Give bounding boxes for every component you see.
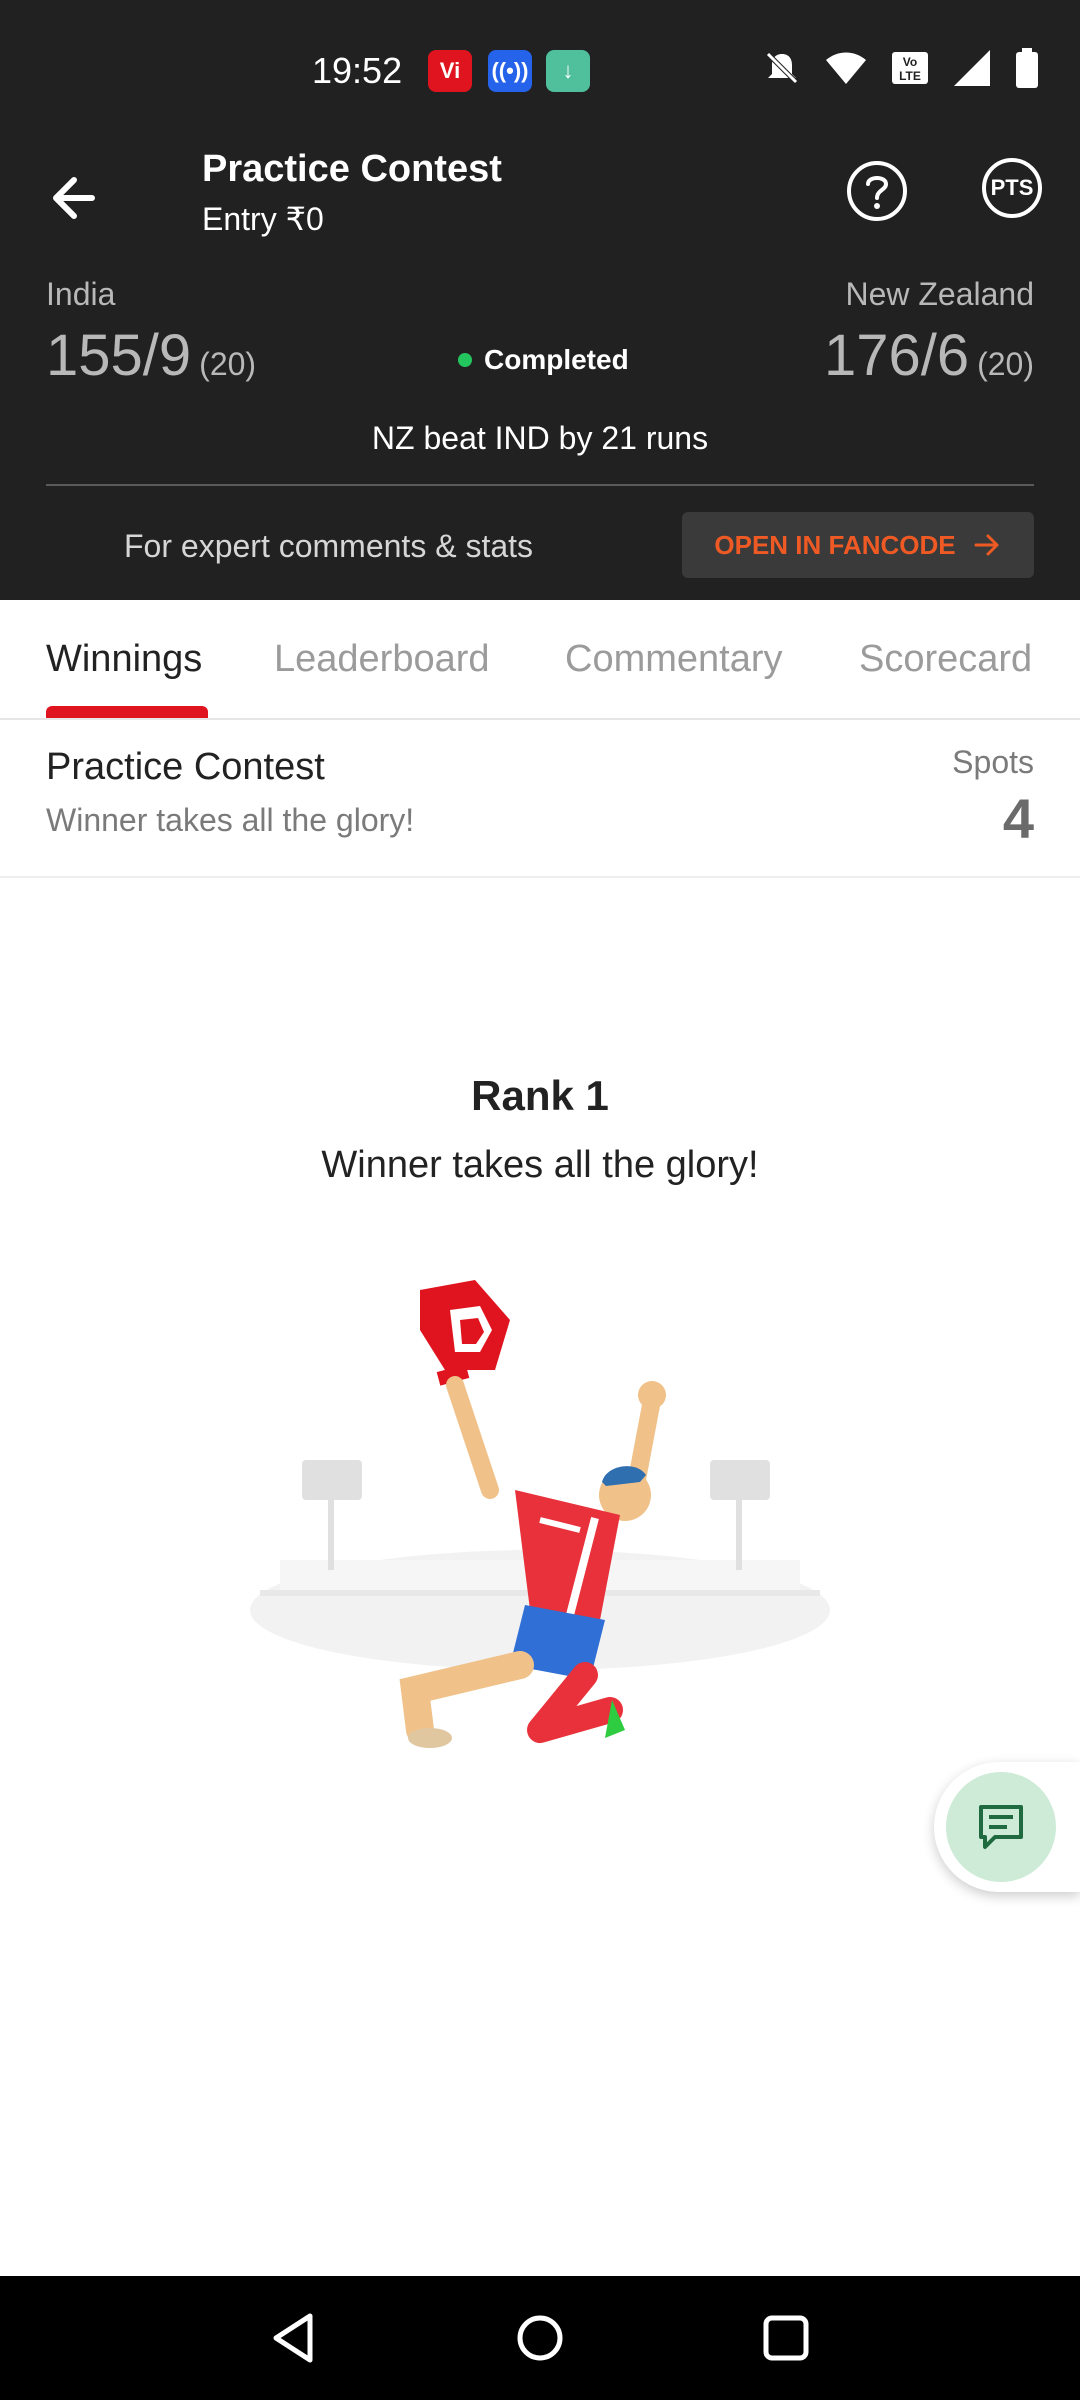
match-result: NZ beat IND by 21 runs bbox=[371, 420, 709, 456]
back-button[interactable] bbox=[44, 162, 116, 234]
team-left-runs: 155/9 bbox=[46, 323, 192, 388]
download-icon: ↓ bbox=[546, 50, 590, 92]
volte-icon: VoLTE bbox=[892, 52, 928, 84]
match-status: Completed bbox=[458, 344, 629, 376]
arrow-right-icon bbox=[974, 534, 999, 556]
rank-title: Rank 1 bbox=[471, 1072, 609, 1119]
team-right-overs: (20) bbox=[977, 346, 1034, 382]
tab-scorecard[interactable]: Scorecard bbox=[859, 638, 1032, 681]
vi-icon: Vi bbox=[428, 50, 472, 92]
match-status-text: Completed bbox=[484, 344, 629, 375]
team-left-score: 155/9 (20) bbox=[46, 322, 256, 389]
broadcast-icon: ((•)) bbox=[488, 50, 532, 92]
status-dot-icon bbox=[458, 353, 472, 367]
tab-winnings[interactable]: Winnings bbox=[46, 638, 202, 681]
points-button[interactable]: PTS bbox=[982, 158, 1042, 218]
promo-text: For expert comments & stats bbox=[124, 528, 534, 564]
fancode-button-label: OPEN IN FANCODE bbox=[714, 529, 956, 560]
tab-commentary[interactable]: Commentary bbox=[565, 638, 783, 681]
team-left-overs: (20) bbox=[199, 346, 257, 382]
contest-name: Practice Contest bbox=[46, 746, 325, 788]
match-header: Practice Contest Entry ₹0 PTS India 155/… bbox=[0, 140, 1080, 600]
active-tab-indicator bbox=[46, 706, 208, 718]
rank-description: Winner takes all the glory! bbox=[321, 1144, 759, 1186]
wifi-icon bbox=[826, 52, 866, 84]
status-bar: 19:52 Vi ((•)) ↓ Vo LTE bbox=[0, 0, 1080, 140]
open-in-fancode-button[interactable]: OPEN IN FANCODE bbox=[682, 512, 1034, 578]
svg-text:Vo: Vo bbox=[903, 55, 917, 69]
trophy-celebration-illustration bbox=[250, 1280, 830, 1748]
system-nav-bar bbox=[0, 2276, 1080, 2400]
signal-icon bbox=[954, 50, 990, 86]
tab-bar: Winnings Leaderboard Commentary Scorecar… bbox=[0, 600, 1080, 720]
divider bbox=[46, 484, 1034, 486]
team-right-score: 176/6 (20) bbox=[824, 322, 1034, 389]
entry-fee: Entry ₹0 bbox=[202, 201, 324, 237]
arrow-left-icon bbox=[53, 177, 95, 219]
status-time: 19:52 bbox=[312, 50, 403, 91]
status-indicators: Vo LTE bbox=[762, 48, 1040, 88]
mute-icon bbox=[766, 52, 798, 84]
nav-back-icon[interactable] bbox=[262, 2306, 326, 2370]
team-right-name: New Zealand bbox=[845, 276, 1034, 312]
nav-recents-icon[interactable] bbox=[754, 2306, 818, 2370]
spots-label: Spots bbox=[952, 744, 1034, 780]
nav-home-icon[interactable] bbox=[508, 2306, 572, 2370]
tab-leaderboard[interactable]: Leaderboard bbox=[274, 638, 490, 681]
team-right-runs: 176/6 bbox=[823, 323, 970, 388]
chat-icon bbox=[979, 1805, 1023, 1849]
team-left-name: India bbox=[46, 276, 116, 312]
chat-button-inner bbox=[946, 1772, 1056, 1882]
svg-text:LTE: LTE bbox=[899, 69, 921, 83]
contest-description: Winner takes all the glory! bbox=[46, 802, 415, 838]
help-button[interactable] bbox=[844, 158, 910, 224]
battery-icon bbox=[1016, 48, 1038, 88]
help-icon bbox=[847, 161, 907, 221]
spots-value: 4 bbox=[1002, 787, 1034, 850]
chat-button[interactable] bbox=[934, 1762, 1080, 1892]
contest-info: Practice Contest Winner takes all the gl… bbox=[0, 720, 1080, 878]
page-title: Practice Contest bbox=[202, 148, 502, 190]
